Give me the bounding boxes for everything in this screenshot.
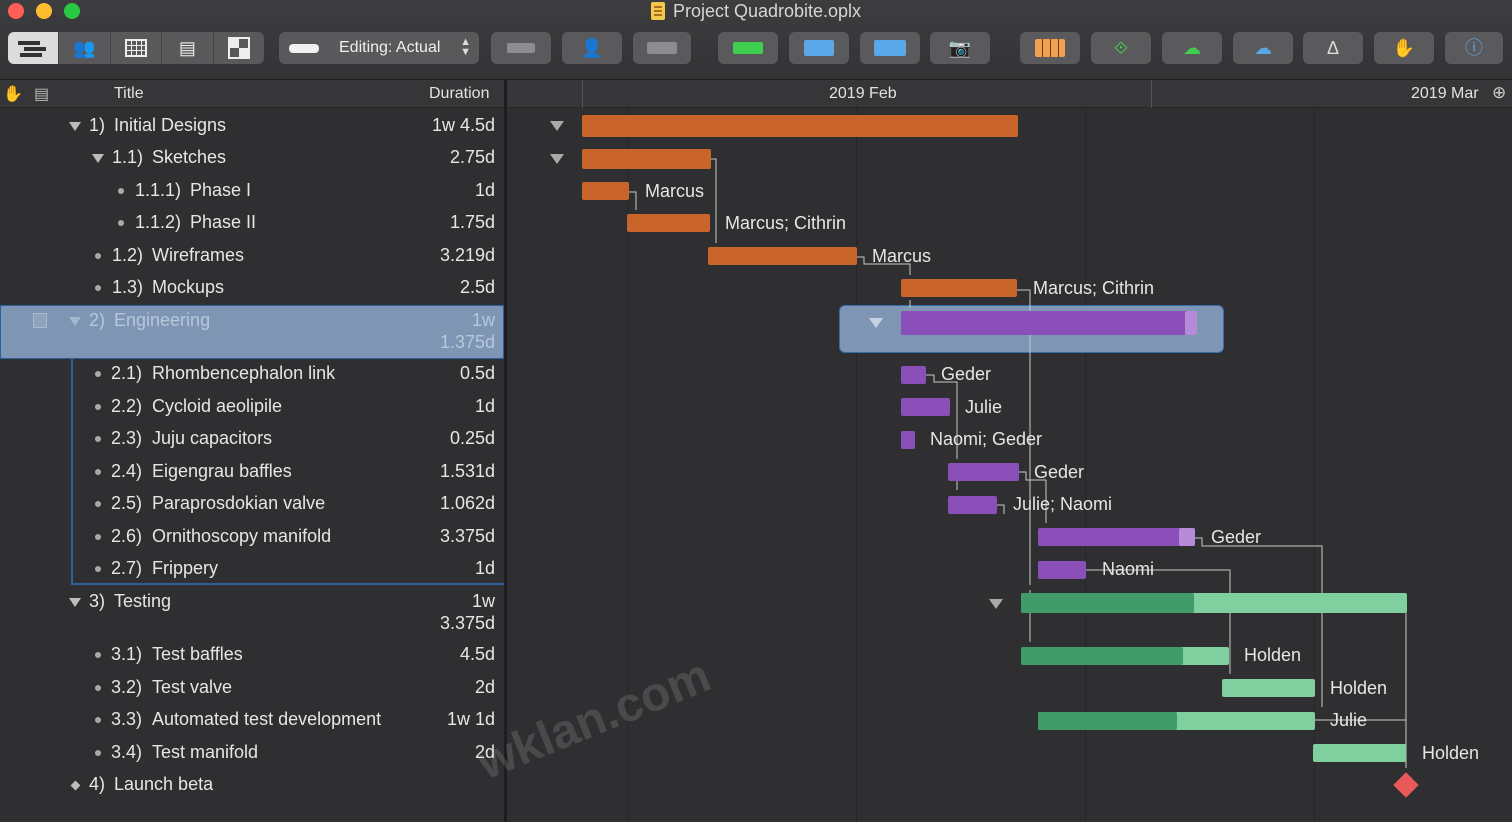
task-bar-3-1-complete [1021,647,1183,665]
summary-bar-initial-designs[interactable] [582,115,1018,137]
dependency-line [709,158,717,243]
task-bar-2-4[interactable] [948,463,1019,481]
task-bar-mockups[interactable] [901,279,1017,297]
task-bar-phase-2[interactable] [627,214,710,232]
dependency-line [629,191,637,210]
dependency-line [997,504,1005,514]
summary-bar-sketches[interactable] [582,149,711,169]
task-bar-2-3[interactable] [901,431,915,449]
summary-bar-engineering[interactable] [901,311,1197,335]
resource-label: Julie [965,397,1003,417]
resource-label: Marcus; Cithrin [725,213,847,233]
task-bar-phase-1[interactable] [582,182,629,200]
summary-bar-engineering-remaining [1185,311,1197,335]
summary-bar-testing-complete [1021,593,1194,613]
task-bar-2-1[interactable] [901,366,926,384]
resource-label: Holden [1330,678,1388,698]
gantt-disclosure-icon[interactable] [550,154,564,164]
task-bar-2-5[interactable] [948,496,997,514]
resource-label: Naomi [1102,559,1155,579]
task-bar-2-6-remaining [1179,528,1195,546]
resource-label: Julie; Naomi [1013,494,1113,514]
gantt-disclosure-icon[interactable] [989,599,1003,609]
task-bar-wireframes[interactable] [708,247,857,265]
gantt-disclosure-icon[interactable] [869,318,883,328]
task-bar-3-3-complete [1038,712,1177,730]
task-bar-2-2[interactable] [901,398,950,416]
gantt-disclosure-icon[interactable] [550,121,564,131]
resource-label: Marcus; Cithrin [1033,278,1155,298]
resource-label: Geder [1211,527,1262,547]
task-bar-3-4[interactable] [1313,744,1406,762]
task-bar-2-7[interactable] [1038,561,1086,579]
resource-label: Geder [1034,462,1085,482]
resource-label: Holden [1244,645,1302,665]
task-bar-2-6[interactable] [1038,528,1195,546]
task-bar-3-2[interactable] [1222,679,1315,697]
resource-label: Holden [1422,743,1480,763]
resource-label: Geder [941,364,992,384]
resource-label: Julie [1330,710,1368,730]
resource-label: Naomi; Geder [930,429,1043,449]
resource-label: Marcus [645,181,705,201]
resource-label: Marcus [872,246,932,266]
